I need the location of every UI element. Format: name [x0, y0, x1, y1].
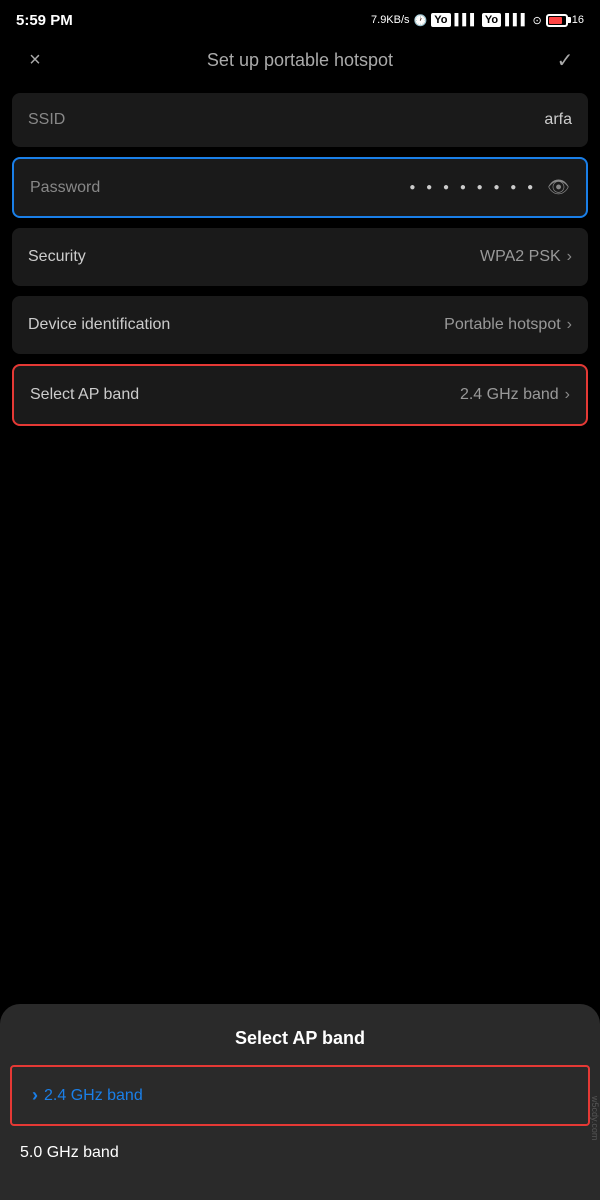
device-id-chevron: ›: [567, 316, 572, 334]
password-row[interactable]: Password ● ● ● ● ● ● ● ● 👁: [12, 157, 588, 218]
security-row[interactable]: Security WPA2 PSK ›: [12, 228, 588, 286]
clock-icon: 🕐: [414, 14, 428, 27]
header-title: Set up portable hotspot: [50, 50, 550, 71]
device-id-value: Portable hotspot ›: [444, 316, 572, 334]
ssid-value: arfa: [544, 111, 572, 129]
signal-bars-2: ▌▌▌: [505, 14, 528, 26]
password-label: Password: [30, 179, 100, 197]
form-container: SSID arfa Password ● ● ● ● ● ● ● ● 👁 Sec…: [0, 93, 600, 426]
lte-icon-2: Yo: [482, 13, 501, 27]
bottom-sheet-title: Select AP band: [0, 1028, 600, 1049]
password-value: ● ● ● ● ● ● ● ● 👁: [409, 177, 570, 198]
ap-band-label: Select AP band: [30, 386, 139, 404]
eye-icon[interactable]: 👁: [547, 177, 570, 198]
watermark: w5cdy.com: [590, 1096, 600, 1140]
security-label: Security: [28, 248, 86, 266]
security-value: WPA2 PSK ›: [480, 248, 572, 266]
band-option-5ghz[interactable]: 5.0 GHz band: [0, 1126, 600, 1180]
bottom-sheet: Select AP band › 2.4 GHz band 5.0 GHz ba…: [0, 1004, 600, 1200]
ssid-label: SSID: [28, 111, 65, 129]
lte-icon: Yo: [431, 13, 450, 27]
wifi-icon: ⊙: [533, 14, 542, 27]
band-option-2-4ghz[interactable]: › 2.4 GHz band: [10, 1065, 590, 1126]
ap-band-row[interactable]: Select AP band 2.4 GHz band ›: [12, 364, 588, 426]
confirm-button[interactable]: ✓: [550, 48, 580, 73]
selected-chevron: ›: [32, 1085, 38, 1106]
network-speed: 7.9KB/s: [371, 14, 410, 26]
battery-icon: [546, 14, 568, 27]
ssid-row[interactable]: SSID arfa: [12, 93, 588, 147]
security-chevron: ›: [567, 248, 572, 266]
battery-level: 16: [572, 14, 584, 26]
ap-band-chevron: ›: [565, 386, 570, 404]
device-id-label: Device identification: [28, 316, 170, 334]
status-time: 5:59 PM: [16, 12, 73, 29]
password-dots: ● ● ● ● ● ● ● ●: [409, 182, 537, 193]
status-bar: 5:59 PM 7.9KB/s 🕐 Yo ▌▌▌ Yo ▌▌▌ ⊙ 16: [0, 0, 600, 36]
device-id-row[interactable]: Device identification Portable hotspot ›: [12, 296, 588, 354]
signal-bars-1: ▌▌▌: [455, 14, 478, 26]
band-option-5ghz-label: 5.0 GHz band: [20, 1144, 119, 1162]
header: × Set up portable hotspot ✓: [0, 36, 600, 93]
ap-band-value: 2.4 GHz band ›: [460, 386, 570, 404]
close-button[interactable]: ×: [20, 49, 50, 72]
status-icons: 7.9KB/s 🕐 Yo ▌▌▌ Yo ▌▌▌ ⊙ 16: [371, 13, 584, 27]
band-option-2-4ghz-label: 2.4 GHz band: [44, 1087, 143, 1105]
